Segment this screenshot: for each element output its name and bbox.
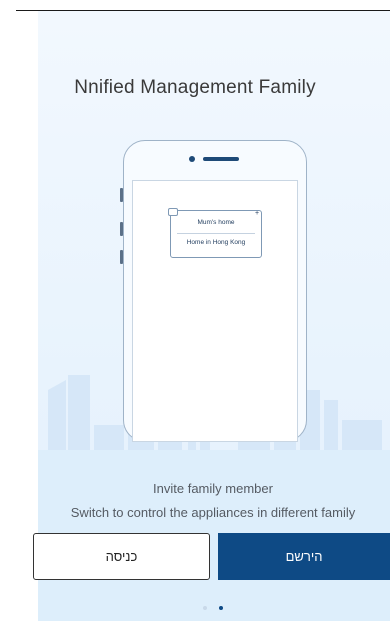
register-button-label: הירשם	[285, 549, 323, 564]
page-title: Nnified Management Family	[74, 77, 316, 98]
page-indicator-dot[interactable]	[203, 606, 207, 610]
family-switch-popup: Mum's home Home in Hong Kong	[170, 210, 262, 258]
register-button[interactable]: הירשם	[218, 533, 390, 580]
subtitle-invite: Invite family member	[153, 481, 273, 496]
phone-speaker	[203, 157, 239, 161]
phone-side-button	[120, 250, 123, 264]
subtitle-switch: Switch to control the appliances in diff…	[70, 505, 356, 520]
phone-side-button	[120, 188, 123, 202]
add-icon: +	[254, 210, 260, 217]
login-button[interactable]: כניסה	[33, 533, 210, 580]
login-button-label: כניסה	[105, 549, 138, 564]
popup-divider	[177, 233, 255, 234]
onboarding-screen: Nnified Management Family Mum's home Hom…	[0, 0, 390, 621]
page-indicator-dot[interactable]	[219, 606, 223, 610]
popup-tab	[168, 208, 178, 216]
popup-item-home-in-hong-kong: Home in Hong Kong	[186, 239, 246, 246]
phone-camera-dot	[189, 156, 195, 162]
popup-item-mums-home: Mum's home	[197, 219, 235, 226]
phone-side-button	[120, 222, 123, 236]
